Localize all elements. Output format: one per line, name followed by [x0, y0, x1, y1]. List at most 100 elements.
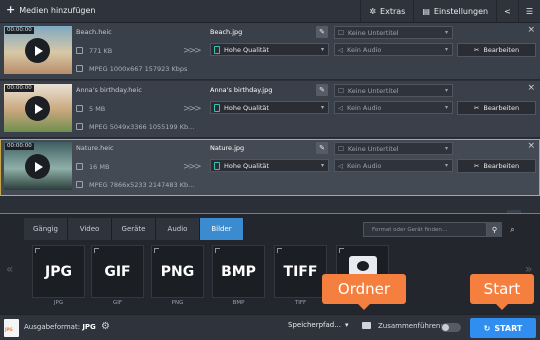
chevron-down-icon: ▾: [320, 46, 324, 53]
edit-button[interactable]: ✂ Bearbeiten: [457, 101, 536, 115]
add-media-button[interactable]: + Medien hinzufügen: [6, 4, 95, 15]
settings-label: Einstellungen: [433, 7, 489, 16]
file-icon: [76, 105, 83, 112]
edit-button[interactable]: ✂ Bearbeiten: [457, 159, 536, 173]
bottom-bar: JPG Ausgabeformat: JPG ⚙ Speicherpfad...…: [0, 314, 540, 340]
format-tile-tiff[interactable]: TIFF: [274, 245, 327, 298]
share-button[interactable]: <: [496, 0, 518, 23]
format-search-input[interactable]: Format oder Gerät finden...: [363, 222, 487, 237]
scroll-left-button[interactable]: «: [6, 262, 13, 276]
document-icon: [214, 161, 220, 170]
file-thumbnail[interactable]: 00:00:00: [4, 142, 72, 190]
quality-dropdown[interactable]: Hohe Qualität ▾: [210, 43, 329, 56]
subtitle-label: Keine Untertitel: [347, 86, 399, 95]
scissors-icon: ✂: [473, 162, 480, 170]
output-settings-button[interactable]: ⚙: [101, 321, 110, 332]
format-tile-bmp[interactable]: BMP: [212, 245, 265, 298]
file-info-value: MPEG 1000x667 157923 Kbps: [89, 65, 188, 73]
speech-bubble-icon: ☐: [338, 144, 344, 153]
audio-dropdown[interactable]: ◁ Kein Audio ▾: [334, 101, 453, 114]
duration-badge: 00:00:00: [5, 85, 34, 92]
share-icon: <: [504, 7, 511, 16]
tab-audio[interactable]: Audio: [156, 218, 200, 240]
close-icon[interactable]: ×: [527, 83, 535, 93]
start-callout-label: Start: [483, 280, 521, 298]
search-icon: ⚲: [491, 225, 498, 234]
chevron-down-icon: ▾: [444, 29, 448, 36]
file-row[interactable]: 00:00:00 Nature.heic 16 MB MPEG 7866x523…: [0, 139, 540, 196]
scissors-icon: ✂: [473, 104, 480, 112]
chevron-down-icon: ▾: [444, 87, 448, 94]
image-info-icon: [76, 123, 83, 130]
duration-badge: 00:00:00: [5, 143, 34, 150]
device-search-icon: ⌕: [510, 224, 515, 234]
duration-badge: 00:00:00: [5, 27, 34, 34]
extras-button[interactable]: ✲ Extras: [360, 0, 413, 23]
chevron-down-icon: ▾: [320, 162, 324, 169]
close-icon[interactable]: ×: [527, 25, 535, 35]
output-file-name: Nature.jpg: [210, 144, 245, 152]
output-format: Ausgabeformat: JPG: [24, 323, 96, 331]
quality-dropdown[interactable]: Hohe Qualität ▾: [210, 101, 329, 114]
chevron-down-icon: ▾: [344, 321, 349, 329]
file-thumbnail[interactable]: 00:00:00: [4, 84, 72, 132]
file-row[interactable]: 00:00:00 Anna's birthday.heic 5 MB MPEG …: [0, 81, 540, 138]
edit-label: Bearbeiten: [483, 104, 520, 112]
speech-bubble-icon: ☐: [338, 86, 344, 95]
subtitle-dropdown[interactable]: ☐ Keine Untertitel ▾: [334, 142, 453, 155]
save-path-dropdown[interactable]: Speicherpfad... ▾: [288, 321, 348, 329]
menu-button[interactable]: ☰: [517, 0, 540, 23]
format-tile-text: BMP: [221, 263, 256, 280]
tab-video[interactable]: Video: [68, 218, 112, 240]
folder-icon[interactable]: [362, 322, 371, 329]
play-icon[interactable]: [25, 38, 50, 63]
format-tile-text: TIFF: [283, 263, 318, 280]
audio-dropdown[interactable]: ◁ Kein Audio ▾: [334, 159, 453, 172]
magic-wand-icon: ✲: [369, 7, 377, 16]
quality-dropdown[interactable]: Hohe Qualität ▾: [210, 159, 329, 172]
file-size: 16 MB: [76, 163, 109, 171]
tab-gängig[interactable]: Gängig: [24, 218, 68, 240]
rename-button[interactable]: ✎: [316, 84, 328, 96]
rename-button[interactable]: ✎: [316, 142, 328, 154]
audio-dropdown[interactable]: ◁ Kein Audio ▾: [334, 43, 453, 56]
file-info-value: MPEG 7866x5233 2147483 Kb...: [89, 181, 195, 189]
refresh-icon: ↻: [483, 323, 491, 333]
audio-label: Kein Audio: [347, 45, 382, 54]
device-detect-button[interactable]: ⌕: [505, 222, 520, 237]
play-icon[interactable]: [25, 96, 50, 121]
folder-callout: Ordner: [322, 274, 406, 310]
file-row[interactable]: 00:00:00 Beach.heic 771 KB MPEG 1000x667…: [0, 23, 540, 80]
rename-button[interactable]: ✎: [316, 26, 328, 38]
audio-label: Kein Audio: [347, 161, 382, 170]
close-icon[interactable]: ×: [527, 141, 535, 151]
arrow-right-icon: >>>: [183, 46, 202, 56]
edit-button[interactable]: ✂ Bearbeiten: [457, 43, 536, 57]
merge-toggle[interactable]: [441, 323, 461, 332]
format-label: JPG: [53, 300, 64, 306]
file-thumbnail[interactable]: 00:00:00: [4, 26, 72, 74]
speaker-icon: ◁: [338, 45, 343, 54]
tab-bilder[interactable]: Bilder: [200, 218, 244, 240]
subtitle-dropdown[interactable]: ☐ Keine Untertitel ▾: [334, 84, 453, 97]
pencil-icon: ✎: [319, 144, 325, 152]
format-label: TIFF: [294, 300, 307, 306]
chevron-down-icon: ▾: [444, 46, 448, 53]
menu-icon: ☰: [525, 7, 533, 16]
settings-icon: ▤: [422, 7, 430, 16]
pencil-icon: ✎: [319, 28, 325, 36]
play-icon[interactable]: [25, 154, 50, 179]
tab-geräte[interactable]: Geräte: [112, 218, 156, 240]
chevron-down-icon: ▾: [320, 104, 324, 111]
quality-label: Hohe Qualität: [224, 161, 269, 170]
chevron-down-icon: ▾: [444, 145, 448, 152]
search-button[interactable]: ⚲: [487, 222, 502, 237]
format-tile-png[interactable]: PNG: [151, 245, 204, 298]
start-button[interactable]: ↻ START: [470, 318, 536, 338]
subtitle-dropdown[interactable]: ☐ Keine Untertitel ▾: [334, 26, 453, 39]
chevron-down-icon: ▾: [444, 162, 448, 169]
format-tile-gif[interactable]: GIF: [91, 245, 144, 298]
format-tile-jpg[interactable]: JPG: [32, 245, 85, 298]
settings-button[interactable]: ▤ Einstellungen: [413, 0, 496, 23]
pencil-icon: ✎: [319, 86, 325, 94]
